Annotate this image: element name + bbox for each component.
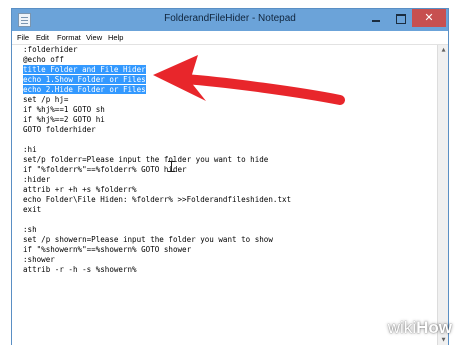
code-text[interactable]: :folderhider @echo off title Folder and Fi… (23, 45, 423, 275)
code-line[interactable]: if "%folderr%"==%folderr% GOTO hider (23, 165, 423, 175)
code-line[interactable]: set /p showern=Please input the folder y… (23, 235, 423, 245)
code-line[interactable]: if %hj%==1 GOTO sh (23, 105, 423, 115)
text-editor[interactable]: :folderhider @echo off title Folder and Fi… (12, 45, 448, 345)
code-line[interactable]: if %hj%==2 GOTO hi (23, 115, 423, 125)
title-bar[interactable]: FolderandFileHider - Notepad ✕ (12, 9, 448, 31)
code-line[interactable]: GOTO folderhider (23, 125, 423, 135)
code-line[interactable]: echo Folder\File Hiden: %folderr% >>Fold… (23, 195, 423, 205)
code-line-text: :folderhider (23, 45, 78, 54)
code-line-text: if "%showern%"==%showern% GOTO shower (23, 245, 192, 254)
text-cursor-icon (168, 161, 175, 172)
code-line-text: :sh (23, 225, 37, 234)
menu-view[interactable]: View (86, 33, 102, 42)
scroll-up-icon[interactable]: ▲ (439, 45, 448, 56)
menu-file[interactable]: File (17, 33, 29, 42)
code-line[interactable] (23, 135, 423, 145)
code-line[interactable]: :shower (23, 255, 423, 265)
selected-code-line[interactable]: title Folder and File Hider (23, 65, 423, 75)
code-line[interactable]: attrib +r +h +s %folderr% (23, 185, 423, 195)
code-line[interactable]: set/p folderr=Please input the folder yo… (23, 155, 423, 165)
code-line-text: title Folder and File Hider (23, 65, 146, 74)
code-line-text: attrib +r +h +s %folderr% (23, 185, 137, 194)
code-line[interactable]: exit (23, 205, 423, 215)
code-line-text: set /p showern=Please input the folder y… (23, 235, 273, 244)
code-line[interactable]: :hi (23, 145, 423, 155)
code-line-text: attrib -r -h -s %showern% (23, 265, 137, 274)
watermark-prefix: wiki (387, 318, 417, 337)
close-button[interactable]: ✕ (412, 9, 446, 27)
code-line[interactable]: @echo off (23, 55, 423, 65)
maximize-button[interactable] (388, 9, 412, 27)
menu-format[interactable]: Format (57, 33, 81, 42)
code-line[interactable]: :sh (23, 225, 423, 235)
watermark-suffix: How (416, 318, 452, 337)
minimize-button[interactable] (364, 9, 388, 27)
code-line-text: echo 2.Hide Folder or Files (23, 85, 146, 94)
code-line[interactable]: :folderhider (23, 45, 423, 55)
code-line-text: set/p folderr=Please input the folder yo… (23, 155, 269, 164)
code-line-text: if "%folderr%"==%folderr% GOTO hider (23, 165, 187, 174)
code-line[interactable]: if "%showern%"==%showern% GOTO shower (23, 245, 423, 255)
menu-bar: File Edit Format View Help (12, 31, 448, 45)
code-line[interactable]: :hider (23, 175, 423, 185)
notepad-window: FolderandFileHider - Notepad ✕ File Edit… (11, 8, 449, 345)
code-line-text: echo 1.Show Folder or Files (23, 75, 146, 84)
code-line-text: if %hj%==1 GOTO sh (23, 105, 105, 114)
selected-code-line[interactable]: echo 1.Show Folder or Files (23, 75, 423, 85)
code-line-text: echo Folder\File Hiden: %folderr% >>Fold… (23, 195, 292, 204)
code-line-text: exit (23, 205, 42, 214)
close-icon: ✕ (424, 11, 434, 24)
code-line-text: @echo off (23, 55, 64, 64)
selected-code-line[interactable]: echo 2.Hide Folder or Files (23, 85, 423, 95)
code-line-text: set /p hj= (23, 95, 69, 104)
menu-edit[interactable]: Edit (36, 33, 49, 42)
code-line-text: GOTO folderhider (23, 125, 96, 134)
code-line-text: if %hj%==2 GOTO hi (23, 115, 105, 124)
code-line[interactable]: set /p hj= (23, 95, 423, 105)
code-line-text: :hi (23, 145, 37, 154)
code-line-text: :shower (23, 255, 55, 264)
code-line[interactable] (23, 215, 423, 225)
code-line-text: :hider (23, 175, 51, 184)
code-line[interactable]: attrib -r -h -s %showern% (23, 265, 423, 275)
menu-help[interactable]: Help (108, 33, 123, 42)
wikihow-logo: wikiHow (388, 318, 452, 338)
vertical-scrollbar[interactable]: ▲ ▼ (437, 45, 448, 345)
